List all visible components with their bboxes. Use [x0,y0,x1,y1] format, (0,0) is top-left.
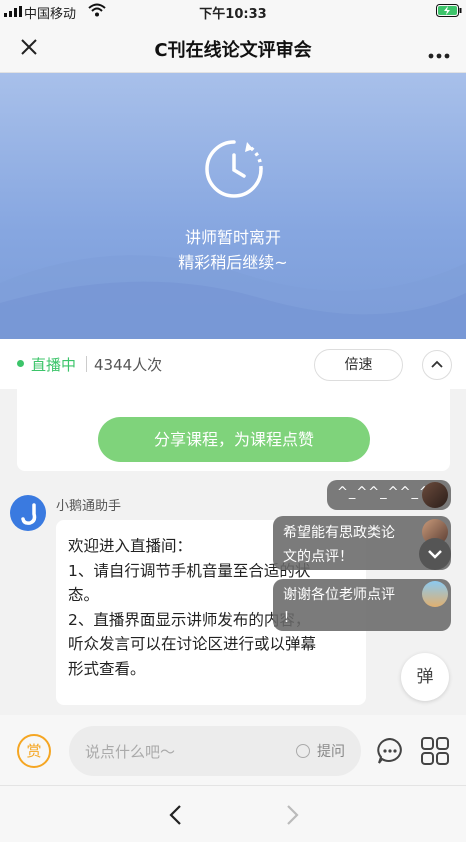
page-title: C刊在线论文评审会 [154,40,312,61]
message-sender: 小鹅通助手 [56,499,122,514]
back-arrow-icon[interactable] [166,804,186,830]
danmaku-item: ^_^^_^^_^ [327,480,451,510]
message-line: 听众发言可以在讨论区进行或以弹幕 [68,635,317,653]
question-label: 提问 [317,744,345,760]
avatar [422,581,448,607]
share-button[interactable]: 分享课程，为课程点赞 [98,417,370,462]
chat-icon[interactable] [375,736,405,770]
speed-button[interactable]: 倍速 [314,349,403,381]
danmaku-toggle-label: 弹 [416,667,434,687]
comment-input[interactable]: 说点什么吧～ 提问 [69,726,361,776]
comment-placeholder: 说点什么吧～ [85,743,176,761]
danmaku-toggle-button[interactable]: 弹 [401,653,449,701]
chevron-up-icon [431,360,443,368]
input-bar: 赏 说点什么吧～ 提问 [0,715,466,785]
scroll-down-button[interactable] [419,538,451,570]
avatar[interactable] [10,495,46,531]
divider [86,356,87,372]
collapse-button[interactable] [422,350,452,380]
banner-line-1: 讲师暂时离开 [184,228,281,247]
nav-bar: C刊在线论文评审会 [0,22,466,73]
clock-icon [203,138,265,204]
live-status: 直播中 [31,356,77,374]
battery-icon [436,4,462,21]
viewer-count: 4344人次 [94,356,163,374]
more-icon[interactable] [428,44,450,63]
chevron-down-icon [428,550,442,559]
speed-button-label: 倍速 [344,357,373,373]
share-button-label: 分享课程，为课程点赞 [153,430,314,449]
question-checkbox[interactable] [296,744,310,758]
browser-toolbar [0,785,466,842]
status-bar: 中国移动 下午10:33 [0,0,466,22]
live-dot [17,360,24,367]
bird-icon [21,503,37,525]
live-status-row: 直播中 4344人次 倍速 [0,339,466,389]
danmaku-item: 谢谢各位老师点评 ！ [273,579,451,631]
chat-area[interactable]: 分享课程，为课程点赞 小鹅通助手 欢迎进入直播间： 1、请自行调节手机音量至合适… [0,389,466,715]
live-video-area[interactable]: 讲师暂时离开 精彩稍后继续~ [0,73,466,339]
forward-arrow-icon[interactable] [282,804,302,830]
grid-menu-icon[interactable] [420,736,450,770]
banner-line-2: 精彩稍后继续~ [178,253,288,272]
share-card: 分享课程，为课程点赞 [17,389,450,471]
reward-button[interactable]: 赏 [17,734,51,768]
reward-label: 赏 [26,742,42,760]
avatar [422,482,448,508]
message-line: 形式查看。 [68,659,146,678]
status-time: 下午10:33 [199,7,267,22]
